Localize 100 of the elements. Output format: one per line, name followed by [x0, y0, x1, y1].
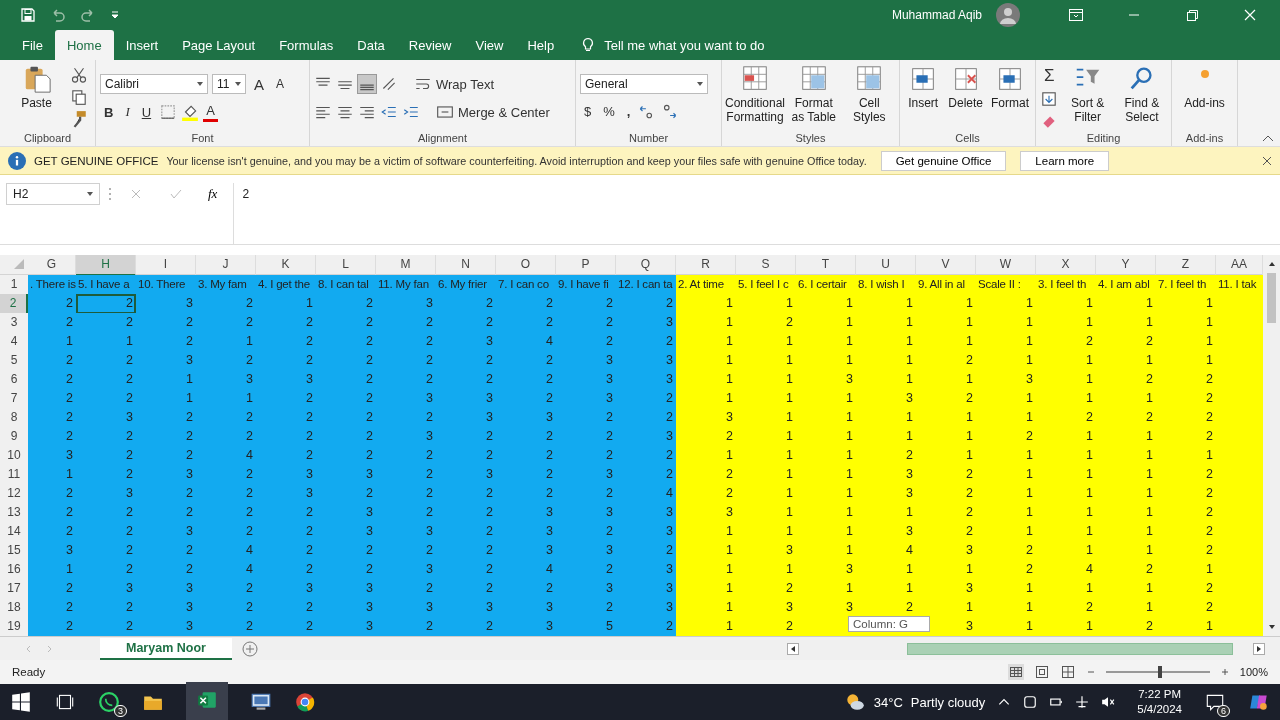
number-format-field[interactable]: General: [580, 74, 708, 94]
ribbon-tab[interactable]: Formulas: [267, 30, 346, 60]
row-header[interactable]: 4: [0, 332, 28, 352]
comma-button[interactable]: ,: [622, 100, 635, 122]
bottom-align-icon[interactable]: [358, 75, 376, 93]
redo-icon[interactable]: [80, 7, 96, 23]
cells-button[interactable]: Format: [989, 64, 1031, 110]
wrap-text-button[interactable]: Wrap Text: [410, 73, 499, 95]
ribbon-tab[interactable]: View: [463, 30, 516, 60]
row-header[interactable]: 2: [0, 294, 28, 314]
orientation-icon[interactable]: [380, 75, 398, 93]
merge-center-button[interactable]: Merge & Center: [432, 101, 554, 123]
ribbon-tab[interactable]: Page Layout: [170, 30, 268, 60]
row-header[interactable]: 16: [0, 560, 28, 580]
table-cell: 1: [916, 427, 976, 447]
editing-button[interactable]: Sort & Filter: [1062, 64, 1113, 124]
page-layout-icon[interactable]: [1033, 664, 1050, 680]
avatar-icon[interactable]: [996, 3, 1020, 27]
normal-view-icon[interactable]: [1007, 664, 1024, 680]
add-ins-button[interactable]: Add-ins: [1176, 64, 1233, 110]
horizontal-scrollbar[interactable]: [907, 642, 1233, 655]
browser-icon[interactable]: [294, 691, 316, 713]
message-button[interactable]: Get genuine Office: [880, 150, 1007, 171]
collapse-ribbon-icon[interactable]: [1262, 134, 1274, 142]
scroll-right-icon[interactable]: [1253, 642, 1265, 655]
row-header[interactable]: 19: [0, 617, 28, 636]
cells-button[interactable]: Insert: [904, 64, 943, 110]
scroll-left-icon[interactable]: [787, 642, 799, 655]
row-header[interactable]: 11: [0, 465, 28, 485]
row-header[interactable]: 15: [0, 541, 28, 561]
airplane-icon[interactable]: [1075, 695, 1090, 709]
row-header[interactable]: 6: [0, 370, 28, 390]
tell-me-search[interactable]: Tell me what you want to do: [604, 38, 765, 53]
sheet-tab[interactable]: Maryam Noor: [100, 637, 232, 660]
grow-font-button[interactable]: A: [250, 73, 268, 95]
row-header[interactable]: 1: [0, 275, 28, 295]
italic-button[interactable]: I: [121, 101, 134, 123]
battery-icon[interactable]: [1049, 695, 1064, 709]
percent-button[interactable]: %: [599, 100, 619, 122]
underline-button[interactable]: U: [137, 101, 156, 123]
resize-handle-icon[interactable]: [108, 187, 112, 201]
zoom-in-icon[interactable]: [1219, 667, 1230, 677]
column-header[interactable]: H: [76, 255, 136, 276]
editing-button[interactable]: Find & Select: [1116, 64, 1167, 124]
ribbon-tab[interactable]: Insert: [113, 30, 171, 60]
ribbon-tab[interactable]: Review: [396, 30, 464, 60]
autosum-button[interactable]: Σ: [1040, 66, 1059, 86]
undo-icon[interactable]: [50, 7, 66, 23]
add-sheet-icon[interactable]: [241, 640, 258, 657]
borders-icon[interactable]: [159, 103, 178, 121]
ribbon-display-icon[interactable]: [1068, 7, 1084, 23]
font-color-button[interactable]: A: [203, 102, 218, 122]
vertical-scrollbar[interactable]: [1267, 273, 1276, 323]
table-cell: 2: [376, 446, 436, 466]
styles-button[interactable]: Format as Table: [788, 64, 840, 124]
name-box[interactable]: H2: [6, 183, 100, 205]
row-header[interactable]: 14: [0, 522, 28, 542]
clock[interactable]: 7:22 PM 5/4/2024: [1137, 687, 1182, 717]
font-name-field[interactable]: Calibri: [100, 74, 208, 94]
currency-button[interactable]: $: [580, 100, 596, 122]
row-header[interactable]: 9: [0, 427, 28, 447]
restore-icon[interactable]: [1184, 7, 1200, 23]
row-header[interactable]: 12: [0, 484, 28, 504]
styles-button[interactable]: Conditional Formatting: [726, 64, 784, 124]
row-header[interactable]: 13: [0, 503, 28, 523]
fill-icon[interactable]: [1040, 90, 1059, 108]
row-header[interactable]: 5: [0, 351, 28, 371]
close-icon[interactable]: [1262, 155, 1272, 166]
tray-app-icon[interactable]: [1023, 695, 1038, 709]
chat-app-icon[interactable]: [98, 691, 120, 713]
styles-button[interactable]: Cell Styles: [843, 64, 895, 124]
row-header[interactable]: 7: [0, 389, 28, 409]
font-size-field[interactable]: 11: [212, 74, 246, 94]
row-header[interactable]: 8: [0, 408, 28, 428]
paste-button[interactable]: Paste: [7, 64, 66, 110]
windows-start-icon[interactable]: [10, 691, 32, 713]
row-header[interactable]: 3: [0, 313, 28, 333]
fill-color-icon[interactable]: [181, 103, 200, 121]
cells-button[interactable]: Delete: [946, 64, 985, 110]
page-break-icon[interactable]: [1059, 664, 1076, 680]
cut-icon[interactable]: [69, 66, 88, 84]
network-app-icon[interactable]: [250, 691, 272, 713]
formula-input[interactable]: 2: [233, 183, 1280, 244]
ribbon-tab[interactable]: Home: [54, 30, 114, 60]
row-header[interactable]: 17: [0, 579, 28, 599]
ribbon-tab[interactable]: File: [10, 30, 55, 60]
message-button[interactable]: Learn more: [1020, 150, 1110, 171]
row-header[interactable]: 10: [0, 446, 28, 466]
bold-button[interactable]: B: [100, 101, 118, 123]
shrink-font-button[interactable]: A: [272, 73, 289, 95]
customize-icon[interactable]: [110, 10, 120, 20]
ribbon-tab[interactable]: Data: [345, 30, 397, 60]
close-icon[interactable]: [1242, 7, 1258, 23]
save-icon[interactable]: [20, 7, 36, 23]
insert-function-button[interactable]: fx: [200, 183, 226, 205]
row-header[interactable]: 18: [0, 598, 28, 618]
ribbon-tab[interactable]: Help: [515, 30, 567, 60]
muted-speaker-icon[interactable]: [1101, 695, 1116, 709]
zoom-level[interactable]: 100%: [1239, 666, 1268, 678]
copy-icon[interactable]: [69, 88, 88, 106]
